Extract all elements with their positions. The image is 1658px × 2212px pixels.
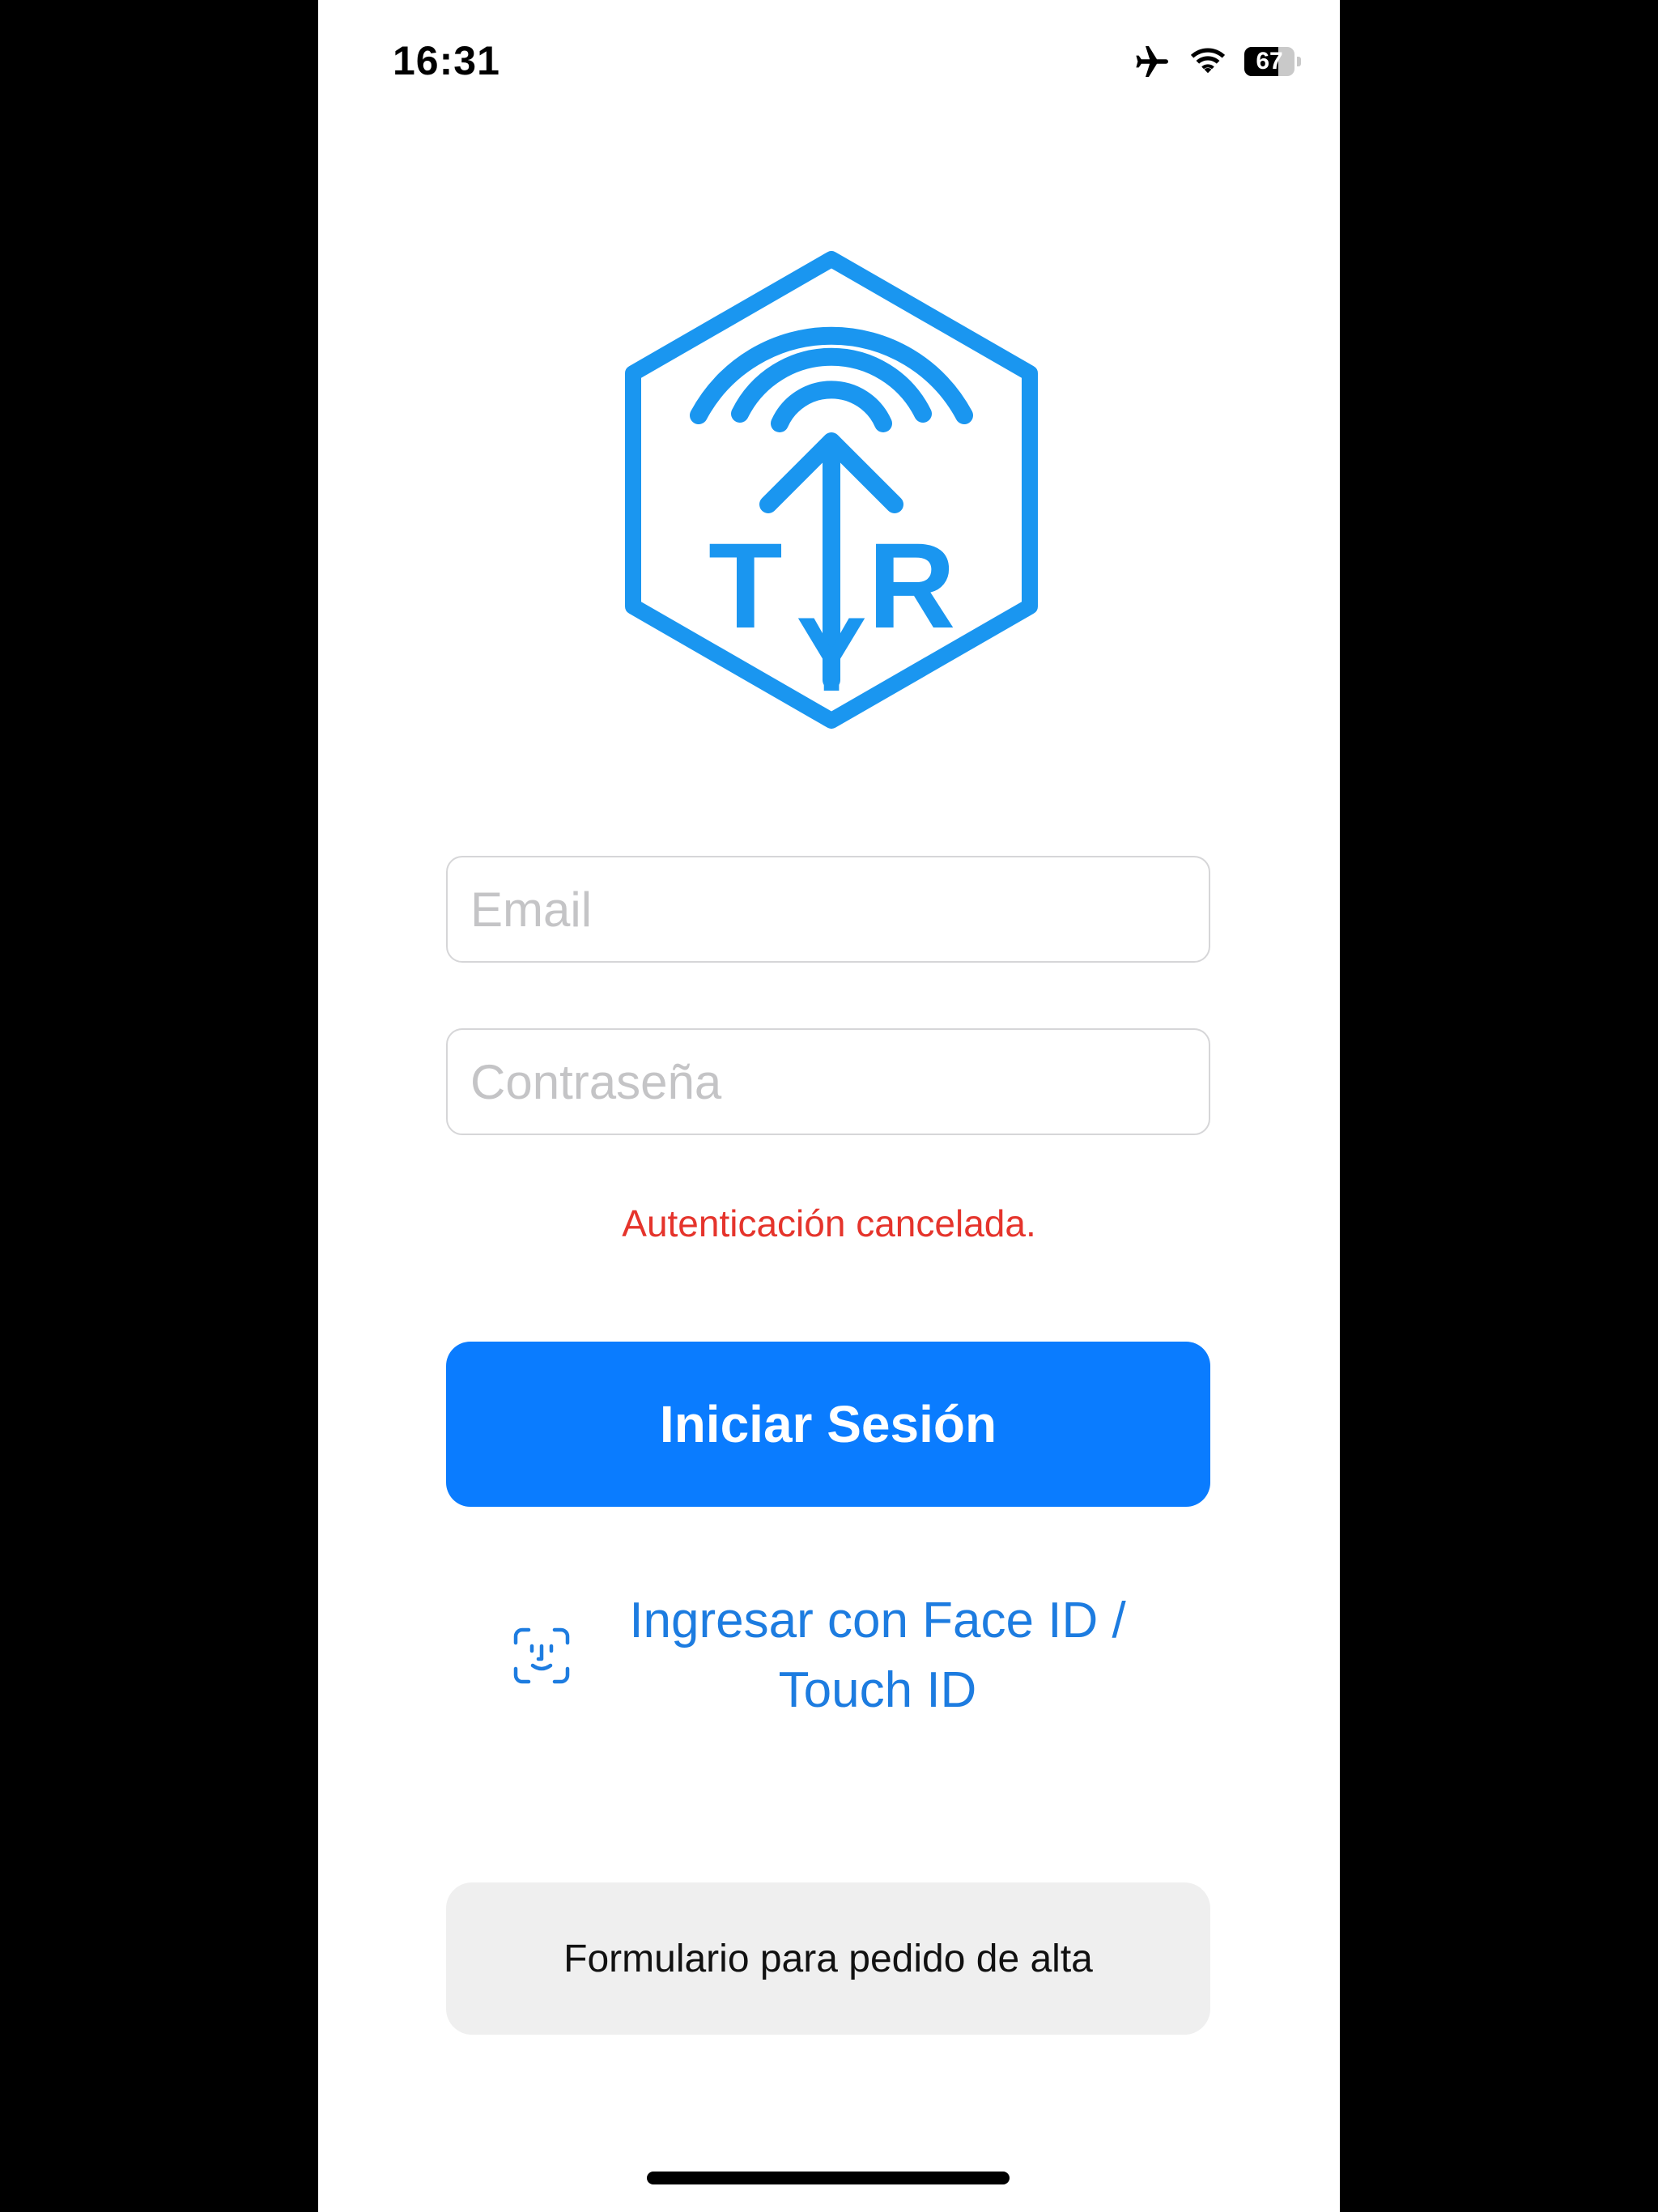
status-time: 16:31 (393, 38, 500, 83)
biometric-label-line1: Ingresar con Face ID / (629, 1593, 1126, 1648)
logo-signal-inner (771, 381, 892, 432)
biometric-login-link[interactable]: Ingresar con Face ID / Touch ID (512, 1587, 1144, 1725)
biometric-label-line2: Touch ID (778, 1662, 977, 1718)
biometric-login-label[interactable]: Ingresar con Face ID / Touch ID (611, 1586, 1144, 1725)
password-field[interactable] (446, 1028, 1210, 1135)
wifi-icon (1188, 46, 1228, 77)
tyr-logo: T Y R (621, 247, 1042, 733)
logo-letter-y: Y (797, 595, 867, 713)
app-screen: 16:31 67 T Y R Email Autenticación cance… (318, 0, 1340, 2212)
battery-level: 67 (1256, 48, 1283, 74)
error-message: Autenticación cancelada. (622, 1202, 1036, 1244)
logo-letter-t: T (708, 517, 783, 653)
airplane-icon (1133, 44, 1171, 79)
email-input[interactable] (448, 857, 1209, 961)
logo-letter-r: R (868, 517, 955, 653)
battery-icon: 67 (1244, 46, 1301, 77)
home-indicator[interactable] (647, 2172, 1010, 2184)
signup-request-button[interactable]: Formulario para pedido de alta (446, 1882, 1210, 2035)
login-button[interactable]: Iniciar Sesión (446, 1342, 1210, 1507)
email-field[interactable] (446, 856, 1210, 963)
status-icons: 67 (1133, 44, 1301, 79)
face-id-icon (513, 1627, 570, 1684)
password-input[interactable] (448, 1030, 1209, 1134)
